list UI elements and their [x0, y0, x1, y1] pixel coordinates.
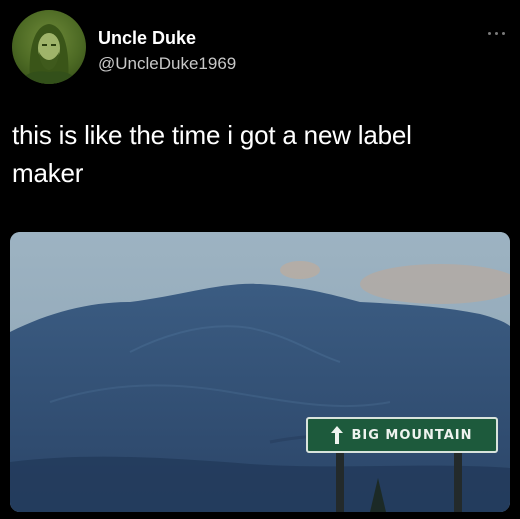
mountain-photo — [10, 232, 510, 512]
tweet-text-line: this is like the time i got a new label — [12, 120, 412, 150]
more-horizontal-icon[interactable] — [486, 30, 508, 38]
sign-post-right — [454, 451, 462, 512]
tweet-media-photo[interactable]: BIG MOUNTAIN — [10, 232, 510, 512]
avatar-portrait — [20, 24, 78, 84]
sign-post-left — [336, 451, 344, 512]
road-sign: BIG MOUNTAIN — [306, 417, 498, 453]
sign-label: BIG MOUNTAIN — [351, 427, 473, 443]
avatar[interactable] — [12, 10, 86, 84]
author-name[interactable]: Uncle Duke — [98, 28, 196, 49]
arrow-up-icon — [331, 426, 344, 444]
tweet-card: Uncle Duke @UncleDuke1969 this is like t… — [0, 0, 520, 519]
tweet-text-line: maker — [12, 158, 84, 188]
author-handle[interactable]: @UncleDuke1969 — [98, 54, 236, 74]
tweet-text: this is like the time i got a new label … — [12, 116, 492, 192]
